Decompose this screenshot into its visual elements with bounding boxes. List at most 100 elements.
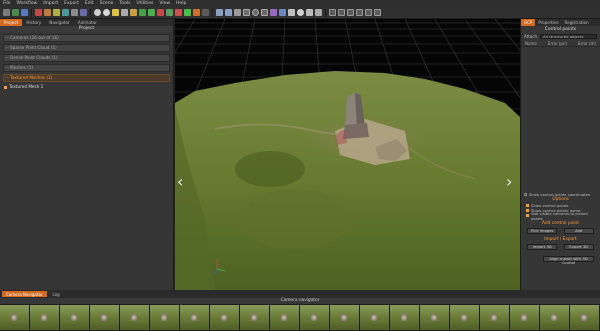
add-button[interactable]: Add: [563, 228, 594, 234]
layout-top-icon[interactable]: [356, 9, 363, 16]
col-error-px[interactable]: Error (px): [548, 40, 567, 46]
menu-workflow[interactable]: Workflow: [17, 1, 38, 6]
camera-thumbnail[interactable]: [540, 305, 569, 330]
tab-animator[interactable]: Animator: [74, 19, 101, 26]
camera-thumbnail[interactable]: [510, 305, 539, 330]
project-item-cameras[interactable]: Cameras (16 out of 16): [3, 34, 170, 42]
brush-icon[interactable]: [288, 9, 295, 16]
add-visible-checkbox[interactable]: Add visible cameras to picked points: [521, 211, 600, 221]
camera-thumbnail[interactable]: [30, 305, 59, 330]
globe-icon[interactable]: [103, 9, 110, 16]
col-error-m[interactable]: Error (m): [578, 40, 596, 46]
camera-thumbnail[interactable]: [0, 305, 29, 330]
camera-thumbnail[interactable]: [120, 305, 149, 330]
3d-viewport[interactable]: ‹ ›: [175, 19, 520, 290]
menu-import[interactable]: Import: [43, 1, 58, 6]
tab-project[interactable]: Project: [0, 19, 23, 26]
grid-icon[interactable]: [184, 9, 191, 16]
select-rect-icon[interactable]: [243, 9, 250, 16]
select-poly-icon[interactable]: [261, 9, 268, 16]
camera-thumbnail[interactable]: [240, 305, 269, 330]
settings-icon[interactable]: [71, 9, 78, 16]
tab-gcp[interactable]: GCP: [521, 19, 536, 26]
camera-thumbnail[interactable]: [180, 305, 209, 330]
layout-quad-icon[interactable]: [347, 9, 354, 16]
textured-mesh-item[interactable]: Textured Mesh 1: [3, 84, 170, 90]
layout-split-icon[interactable]: [338, 9, 345, 16]
camera-thumbnail[interactable]: [60, 305, 89, 330]
align-model-button[interactable]: Align model with 3D Control: [543, 256, 594, 265]
help-icon[interactable]: [306, 9, 313, 16]
project-item-dense[interactable]: Dense Point Clouds (1): [3, 54, 170, 62]
toolbar-divider: [90, 8, 91, 17]
next-camera-arrow[interactable]: ›: [506, 172, 512, 191]
camera-thumbnail[interactable]: [300, 305, 329, 330]
project-item-meshes[interactable]: Meshes (1): [3, 64, 170, 72]
menu-scene[interactable]: Scene: [100, 1, 114, 6]
tab-registration[interactable]: Registration: [562, 19, 592, 26]
layout-single-icon[interactable]: [329, 9, 336, 16]
new-project-icon[interactable]: [3, 9, 10, 16]
tab-log[interactable]: Log: [49, 291, 64, 297]
select-circle-icon[interactable]: [252, 9, 259, 16]
menu-view[interactable]: View: [159, 1, 170, 6]
invert-icon[interactable]: [279, 9, 286, 16]
redo-icon[interactable]: [225, 9, 232, 16]
camera-thumbnail[interactable]: [270, 305, 299, 330]
attach-row: Attach All structured objects: [521, 33, 600, 40]
lasso-icon[interactable]: [270, 9, 277, 16]
fullscreen-icon[interactable]: [374, 9, 381, 16]
measure-icon[interactable]: [139, 9, 146, 16]
sparse-icon[interactable]: [35, 9, 42, 16]
dense-icon[interactable]: [44, 9, 51, 16]
camera-thumbnail[interactable]: [360, 305, 389, 330]
keyboard-icon[interactable]: [315, 9, 322, 16]
col-name[interactable]: Name: [525, 40, 537, 46]
tab-navigator[interactable]: Navigator: [45, 19, 74, 26]
camera-thumbnail[interactable]: [480, 305, 509, 330]
export-3d-button[interactable]: Export 3D: [563, 244, 594, 250]
sun-icon[interactable]: [112, 9, 119, 16]
camera-thumbnail[interactable]: [210, 305, 239, 330]
camera-thumbnail[interactable]: [570, 305, 599, 330]
menu-tools[interactable]: Tools: [119, 1, 130, 6]
camera-thumbnail[interactable]: [90, 305, 119, 330]
layout-side-icon[interactable]: [365, 9, 372, 16]
delete-icon[interactable]: [175, 9, 182, 16]
light-icon[interactable]: [121, 9, 128, 16]
project-item-textured[interactable]: Textured Meshes (1): [3, 74, 170, 82]
menu-utilities[interactable]: Utilities: [136, 1, 153, 6]
texture-icon[interactable]: [62, 9, 69, 16]
orbit-icon[interactable]: [94, 9, 101, 16]
pen-icon[interactable]: [130, 9, 137, 16]
camera-thumbnail[interactable]: [330, 305, 359, 330]
menu-edit[interactable]: Edit: [85, 1, 94, 6]
crop-icon[interactable]: [193, 9, 200, 16]
open-project-icon[interactable]: [12, 9, 19, 16]
marker-icon[interactable]: [157, 9, 164, 16]
undo-icon[interactable]: [216, 9, 223, 16]
camera-icon[interactable]: [202, 9, 209, 16]
mesh-icon[interactable]: [53, 9, 60, 16]
save-icon[interactable]: [21, 9, 28, 16]
tab-history[interactable]: History: [22, 19, 45, 26]
points-icon[interactable]: [148, 9, 155, 16]
camera-thumbnail[interactable]: [390, 305, 419, 330]
menu-help[interactable]: Help: [176, 1, 186, 6]
camera-thumbnail[interactable]: [450, 305, 479, 330]
pick-images-button[interactable]: Pick images: [527, 228, 558, 234]
menu-export[interactable]: Export: [64, 1, 79, 6]
camera-thumbnail[interactable]: [420, 305, 449, 330]
tab-camera-navigator[interactable]: Camera Navigator: [2, 291, 47, 297]
import-3d-button[interactable]: Import 3D: [527, 244, 558, 250]
vr-icon[interactable]: [297, 9, 304, 16]
menu-file[interactable]: File: [3, 1, 11, 6]
cloud-icon[interactable]: [80, 9, 87, 16]
cut-icon[interactable]: [234, 9, 241, 16]
prev-camera-arrow[interactable]: ‹: [177, 172, 183, 191]
tab-properties[interactable]: Properties: [535, 19, 561, 26]
project-item-sparse[interactable]: Sparse Point Cloud (1): [3, 44, 170, 52]
attach-select[interactable]: All structured objects: [540, 34, 597, 39]
camera-thumbnail[interactable]: [150, 305, 179, 330]
filter-icon[interactable]: [166, 9, 173, 16]
